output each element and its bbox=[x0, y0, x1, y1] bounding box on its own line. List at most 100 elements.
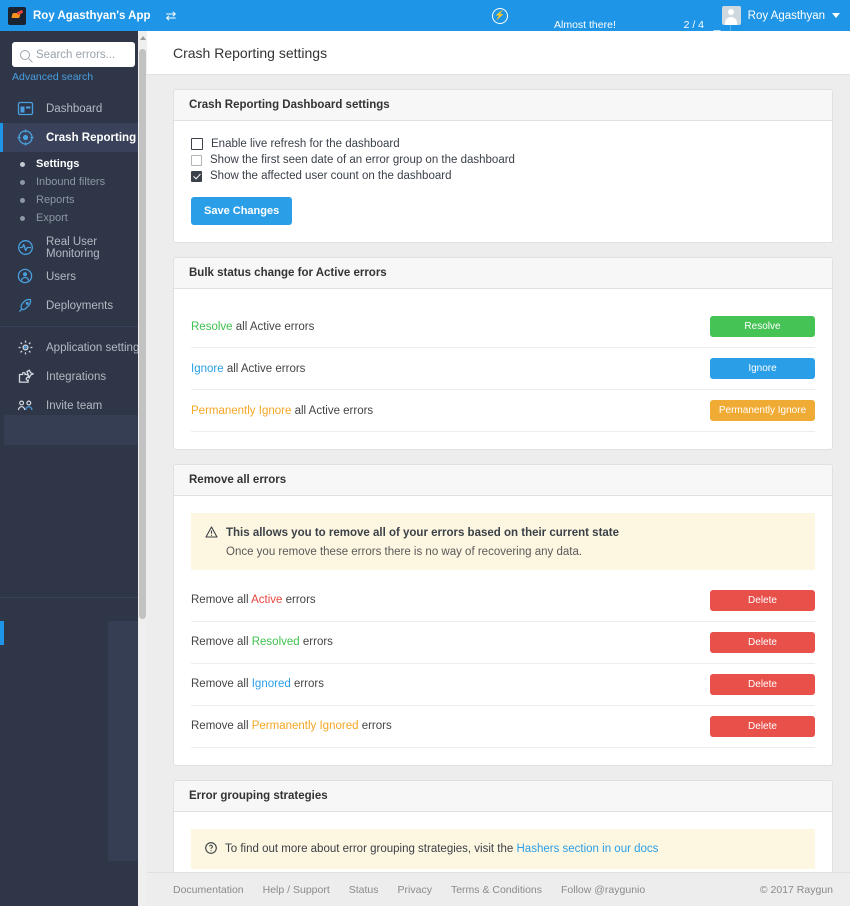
bulk-row-text: Permanently Ignore all Active errors bbox=[191, 405, 373, 417]
sidebar-artifact bbox=[108, 621, 140, 861]
sidebar-item-label: Invite team bbox=[46, 399, 103, 412]
sidebar-item-crash-reporting[interactable]: Crash Reporting bbox=[0, 123, 147, 152]
sidebar-subitem-reports[interactable]: Reports bbox=[0, 191, 147, 209]
bulk-row-suffix: all Active errors bbox=[294, 404, 374, 417]
rocket-icon bbox=[17, 297, 34, 314]
footer-link-status[interactable]: Status bbox=[349, 884, 379, 896]
hashers-docs-link[interactable]: Hashers section in our docs bbox=[517, 843, 659, 855]
bulk-row-ignore: Ignore all Active errors Ignore bbox=[191, 348, 815, 390]
team-icon bbox=[17, 397, 34, 414]
remove-row-suffix: errors bbox=[293, 678, 324, 691]
divider bbox=[0, 326, 147, 327]
footer-links: Documentation Help / Support Status Priv… bbox=[173, 884, 645, 896]
sidebar-item-label: Deployments bbox=[46, 299, 114, 312]
gear-icon bbox=[17, 339, 34, 356]
remove-row-suffix: errors bbox=[285, 594, 316, 607]
delete-permanently-ignored-button[interactable]: Delete bbox=[710, 715, 815, 737]
sidebar-item-deployments[interactable]: Deployments bbox=[0, 291, 147, 320]
pulse-icon bbox=[17, 239, 34, 256]
footer-link-terms[interactable]: Terms & Conditions bbox=[451, 884, 542, 896]
panel-title: Bulk status change for Active errors bbox=[174, 258, 832, 289]
footer-link-help-support[interactable]: Help / Support bbox=[263, 884, 330, 896]
footer-link-privacy[interactable]: Privacy bbox=[398, 884, 432, 896]
checkbox-first-seen-date[interactable] bbox=[191, 154, 202, 166]
remove-row-prefix: Remove all bbox=[191, 678, 249, 691]
panel-remove-all-errors: Remove all errors This allows you to rem… bbox=[173, 464, 833, 766]
main-content: Crash Reporting settings Crash Reporting… bbox=[147, 31, 850, 906]
checkbox-live-refresh[interactable] bbox=[191, 138, 203, 150]
bolt-icon[interactable]: ⚡ bbox=[492, 7, 508, 24]
sidebar-item-users[interactable]: Users bbox=[0, 262, 147, 291]
search-input[interactable]: Search errors... bbox=[12, 42, 135, 67]
remove-row-resolved: Remove all Resolved errors Delete bbox=[191, 622, 815, 664]
bulk-action-link[interactable]: Resolve bbox=[191, 321, 233, 333]
delete-ignored-button[interactable]: Delete bbox=[710, 673, 815, 695]
sidebar-artifact bbox=[4, 415, 140, 445]
onboarding-counter: 2 / 4 bbox=[683, 18, 704, 31]
panel-dashboard-settings: Crash Reporting Dashboard settings Enabl… bbox=[173, 89, 833, 243]
remove-row-active: Remove all Active errors Delete bbox=[191, 580, 815, 622]
checkbox-row-live-refresh[interactable]: Enable live refresh for the dashboard bbox=[191, 138, 815, 150]
app-name-label: Roy Agasthyan's App bbox=[33, 9, 151, 22]
dashboard-icon bbox=[17, 100, 34, 117]
question-circle-icon bbox=[205, 841, 217, 854]
checkbox-row-affected-users[interactable]: Show the affected user count on the dash… bbox=[191, 170, 815, 182]
bulk-row-suffix: all Active errors bbox=[235, 320, 315, 333]
bulk-row-permanently-ignore: Permanently Ignore all Active errors Per… bbox=[191, 390, 815, 432]
sidebar-subitem-export[interactable]: Export bbox=[0, 209, 147, 227]
sidebar-artifact bbox=[0, 621, 4, 645]
sidebar-artifact bbox=[0, 597, 140, 598]
bullet-icon bbox=[20, 215, 25, 221]
sidebar-subitem-inbound-filters[interactable]: Inbound filters bbox=[0, 173, 147, 191]
warning-triangle-icon bbox=[205, 526, 218, 538]
remove-row-status: Permanently Ignored bbox=[251, 720, 359, 733]
remove-row-text: Remove all Permanently Ignored errors bbox=[191, 720, 392, 732]
remove-row-prefix: Remove all bbox=[191, 636, 249, 649]
checkbox-label: Show the first seen date of an error gro… bbox=[210, 154, 515, 166]
puzzle-icon bbox=[17, 368, 34, 385]
checkbox-row-first-seen[interactable]: Show the first seen date of an error gro… bbox=[191, 154, 815, 166]
sidebar: Search errors... Advanced search Dashboa… bbox=[0, 31, 147, 906]
top-bar: Roy Agasthyan's App ⇄ ⚡ Almost there! 2 … bbox=[0, 0, 850, 42]
raygun-logo-icon bbox=[8, 6, 26, 25]
bulk-action-link[interactable]: Ignore bbox=[191, 363, 224, 375]
footer-link-twitter[interactable]: Follow @raygunio bbox=[561, 884, 645, 896]
bulk-action-link[interactable]: Permanently Ignore bbox=[191, 405, 291, 417]
content-area: Crash Reporting Dashboard settings Enabl… bbox=[147, 75, 850, 906]
footer-link-documentation[interactable]: Documentation bbox=[173, 884, 244, 896]
sidebar-item-integrations[interactable]: Integrations bbox=[0, 362, 147, 391]
save-changes-button[interactable]: Save Changes bbox=[191, 197, 293, 225]
scroll-up-icon[interactable] bbox=[140, 36, 146, 40]
sidebar-subitem-label: Inbound filters bbox=[36, 176, 106, 188]
sidebar-item-label: Crash Reporting bbox=[46, 131, 137, 144]
user-menu[interactable]: Roy Agasthyan bbox=[718, 0, 844, 31]
brand-block[interactable]: Roy Agasthyan's App ⇄ bbox=[0, 0, 176, 31]
sidebar-item-dashboard[interactable]: Dashboard bbox=[0, 94, 147, 123]
remove-row-prefix: Remove all bbox=[191, 594, 249, 607]
permanently-ignore-button[interactable]: Permanently Ignore bbox=[710, 400, 815, 421]
panel-bulk-status: Bulk status change for Active errors Res… bbox=[173, 257, 833, 450]
chevron-down-icon[interactable] bbox=[832, 13, 840, 18]
scrollbar-thumb[interactable] bbox=[139, 49, 146, 619]
warning-title: This allows you to remove all of your er… bbox=[226, 527, 620, 539]
sidebar-item-label: Application settings bbox=[46, 341, 146, 354]
resolve-button[interactable]: Resolve bbox=[710, 316, 815, 337]
remove-row-ignored: Remove all Ignored errors Delete bbox=[191, 664, 815, 706]
sidebar-item-application-settings[interactable]: Application settings bbox=[0, 333, 147, 362]
sidebar-nav: Dashboard Crash Reporting Settings Inbou… bbox=[0, 94, 147, 420]
sidebar-subitem-settings[interactable]: Settings bbox=[0, 155, 147, 173]
sidebar-item-real-user-monitoring[interactable]: Real User Monitoring bbox=[0, 233, 147, 262]
delete-active-button[interactable]: Delete bbox=[710, 589, 815, 611]
ignore-button[interactable]: Ignore bbox=[710, 358, 815, 379]
page-title: Crash Reporting settings bbox=[173, 45, 328, 61]
shuffle-icon[interactable]: ⇄ bbox=[166, 9, 177, 22]
checkbox-affected-user-count[interactable] bbox=[191, 170, 202, 182]
bulk-row-text: Resolve all Active errors bbox=[191, 321, 314, 333]
advanced-search-link[interactable]: Advanced search bbox=[0, 67, 147, 83]
info-text-row: To find out more about error grouping st… bbox=[225, 841, 658, 857]
sidebar-scrollbar[interactable] bbox=[138, 31, 147, 906]
search-icon bbox=[20, 49, 30, 60]
delete-resolved-button[interactable]: Delete bbox=[710, 631, 815, 653]
checkbox-label: Enable live refresh for the dashboard bbox=[211, 138, 400, 150]
search-placeholder: Search errors... bbox=[36, 48, 116, 61]
